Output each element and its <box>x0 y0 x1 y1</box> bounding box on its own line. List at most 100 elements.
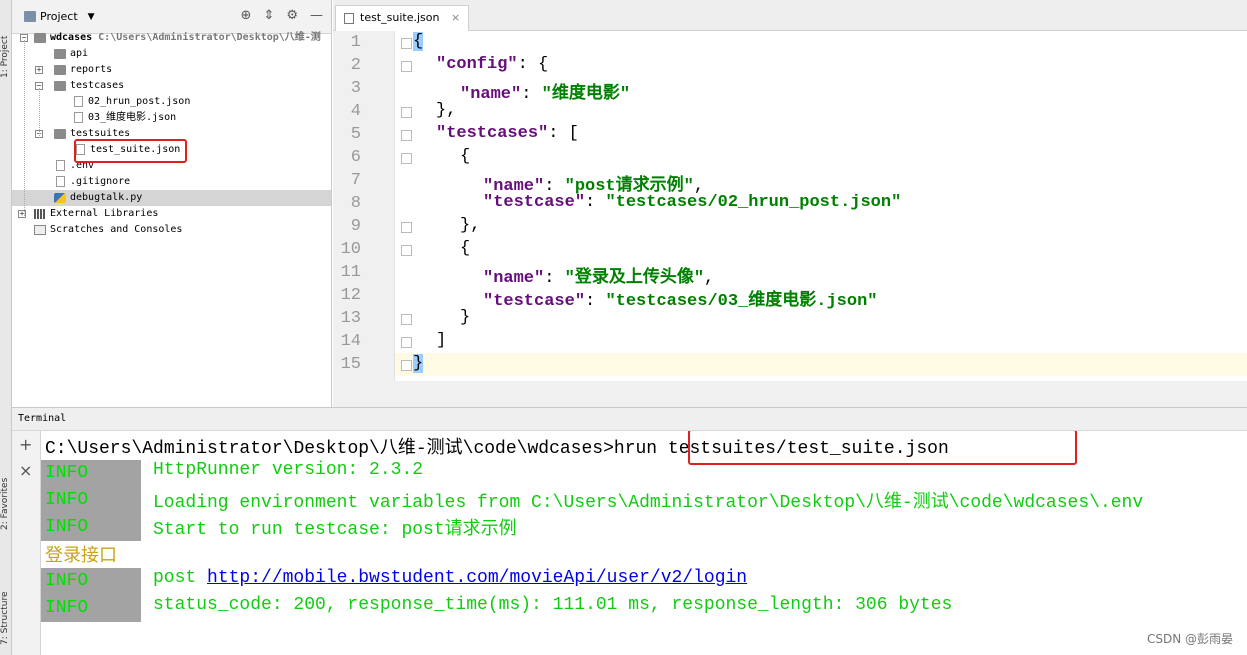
text-file-icon <box>56 160 65 171</box>
watermark: CSDN @彭雨晏 <box>1146 632 1233 646</box>
expand-icon[interactable]: + <box>35 66 43 74</box>
project-panel-title[interactable]: Project <box>40 10 78 23</box>
close-icon[interactable]: × <box>19 461 32 480</box>
current-line-highlight <box>395 353 1247 376</box>
command-highlight-box <box>688 431 1077 465</box>
tree-item-label: wdcases <box>50 32 93 43</box>
favorites-side-tab[interactable]: 2: Favorites <box>0 440 12 530</box>
locate-icon[interactable]: ⊕ <box>241 8 252 23</box>
code-line: { <box>460 147 471 166</box>
fold-icon[interactable] <box>401 245 412 256</box>
terminal-prompt: C:\Users\Administrator\Desktop\八维-测试\cod… <box>45 439 614 459</box>
tree-item-02-hrun-post[interactable]: 02_hrun_post.json <box>12 94 331 110</box>
code-line: "name": "post请求示例", <box>483 177 705 196</box>
structure-side-tab[interactable]: 7: Structure <box>0 555 12 646</box>
code-area[interactable]: { "config": { "name": "维度电影" }, "testcas… <box>333 31 1247 381</box>
folder-icon <box>54 65 66 75</box>
tree-item-path: C:\Users\Administrator\Desktop\八维-测 <box>98 32 321 43</box>
fold-icon[interactable] <box>401 222 412 233</box>
collapse-all-icon[interactable]: ⇕ <box>263 8 274 23</box>
fold-icon[interactable] <box>401 360 412 371</box>
code-line: } <box>460 308 471 327</box>
code-line: { <box>413 32 424 51</box>
folder-icon <box>54 49 66 59</box>
tree-item-gitignore[interactable]: .gitignore <box>12 174 331 190</box>
fold-icon[interactable] <box>401 61 412 72</box>
code-line: "config": { <box>436 55 549 74</box>
tree-guide-line <box>39 88 40 138</box>
folder-icon <box>54 129 66 139</box>
tab-label: test_suite.json <box>360 11 440 24</box>
minimize-icon[interactable]: — <box>310 8 323 23</box>
tree-item-testcases[interactable]: − testcases <box>12 78 331 94</box>
project-side-tab[interactable]: 1: Project <box>0 8 12 78</box>
project-panel: Project ▼ ⊕ ⇕ ⚙ — − wdcases C:\Users\Admi… <box>12 0 332 407</box>
tree-item-label: testcases <box>70 80 125 91</box>
tree-item-reports[interactable]: + reports <box>12 62 331 78</box>
tree-item-scratches[interactable]: Scratches and Consoles <box>12 222 331 238</box>
tree-item-label: 03_维度电影.json <box>88 112 177 123</box>
fold-icon[interactable] <box>401 130 412 141</box>
tree-item-external-libraries[interactable]: + External Libraries <box>12 206 331 222</box>
gear-icon[interactable]: ⚙ <box>286 8 298 23</box>
editor-pane: test_suite.json × 1 2 3 4 5 6 7 8 9 10 1… <box>333 0 1247 407</box>
log-message: post http://mobile.bwstudent.com/movieAp… <box>153 568 747 595</box>
tree-item-label: reports <box>70 64 113 75</box>
library-icon <box>34 209 46 219</box>
json-file-icon <box>344 13 354 24</box>
code-line: "name": "登录及上传头像", <box>483 269 715 288</box>
log-level-badge: INFO <box>41 595 141 622</box>
tree-item-api[interactable]: api <box>12 46 331 62</box>
code-line: "name": "维度电影" <box>460 85 631 104</box>
chevron-down-icon[interactable]: ▼ <box>88 12 95 22</box>
tree-item-label: api <box>70 48 89 59</box>
log-level-badge: INFO <box>41 460 141 487</box>
terminal-header[interactable]: Terminal <box>12 407 1247 431</box>
fold-icon[interactable] <box>401 337 412 348</box>
log-message: HttpRunner version: 2.3.2 <box>153 460 424 480</box>
close-icon[interactable]: × <box>451 11 460 24</box>
folder-icon <box>54 81 66 91</box>
code-line: "testcases": [ <box>436 124 579 143</box>
terminal-output[interactable]: C:\Users\Administrator\Desktop\八维-测试\cod… <box>41 431 1247 655</box>
add-icon[interactable]: + <box>19 435 32 454</box>
fold-icon[interactable] <box>401 38 412 49</box>
editor-bottom-area <box>333 381 1247 407</box>
tree-guide-line <box>24 40 25 216</box>
code-line: "testcase": "testcases/03_维度电影.json" <box>483 292 878 311</box>
fold-icon[interactable] <box>401 107 412 118</box>
json-file-icon <box>74 96 83 107</box>
text-file-icon <box>56 176 65 187</box>
post-prefix: post <box>153 568 208 588</box>
tree-item-label: .gitignore <box>70 176 131 187</box>
highlight-box <box>74 139 187 163</box>
log-level-badge: INFO <box>41 487 141 514</box>
project-view-icon <box>24 11 36 22</box>
tree-item-label: debugtalk.py <box>70 192 143 203</box>
tree-item-label: External Libraries <box>50 208 159 219</box>
editor-tab-bar: test_suite.json × <box>333 0 1247 31</box>
tree-item-debugtalk[interactable]: debugtalk.py <box>12 190 331 206</box>
log-level-badge: INFO <box>41 568 141 595</box>
log-message: Loading environment variables from C:\Us… <box>153 493 1144 513</box>
log-message: Start to run testcase: post请求示例 <box>153 520 517 540</box>
tab-test-suite-json[interactable]: test_suite.json × <box>335 5 470 31</box>
code-line: }, <box>436 101 457 120</box>
log-message: status_code: 200, response_time(ms): 111… <box>153 595 953 615</box>
fold-icon[interactable] <box>401 153 412 164</box>
tree-item-03-movie[interactable]: 03_维度电影.json <box>12 110 331 126</box>
tree-item-label: 02_hrun_post.json <box>88 96 191 107</box>
left-tool-strip: 1: Project 2: Favorites 7: Structure <box>0 0 12 655</box>
code-line: { <box>460 239 471 258</box>
tree-item-label: Scratches and Consoles <box>50 224 183 235</box>
project-tree: − wdcases C:\Users\Administrator\Desktop\… <box>12 30 331 238</box>
fold-icon[interactable] <box>401 314 412 325</box>
scratches-icon <box>34 225 46 235</box>
json-file-icon <box>74 112 83 123</box>
request-url-link[interactable]: http://mobile.bwstudent.com/movieApi/use… <box>207 568 747 588</box>
code-line: ] <box>436 331 447 350</box>
code-line: } <box>413 354 424 373</box>
tree-item-wdcases[interactable]: − wdcases C:\Users\Administrator\Desktop\… <box>12 30 331 46</box>
log-plain-line: 登录接口 <box>45 547 117 567</box>
code-line: }, <box>460 216 481 235</box>
